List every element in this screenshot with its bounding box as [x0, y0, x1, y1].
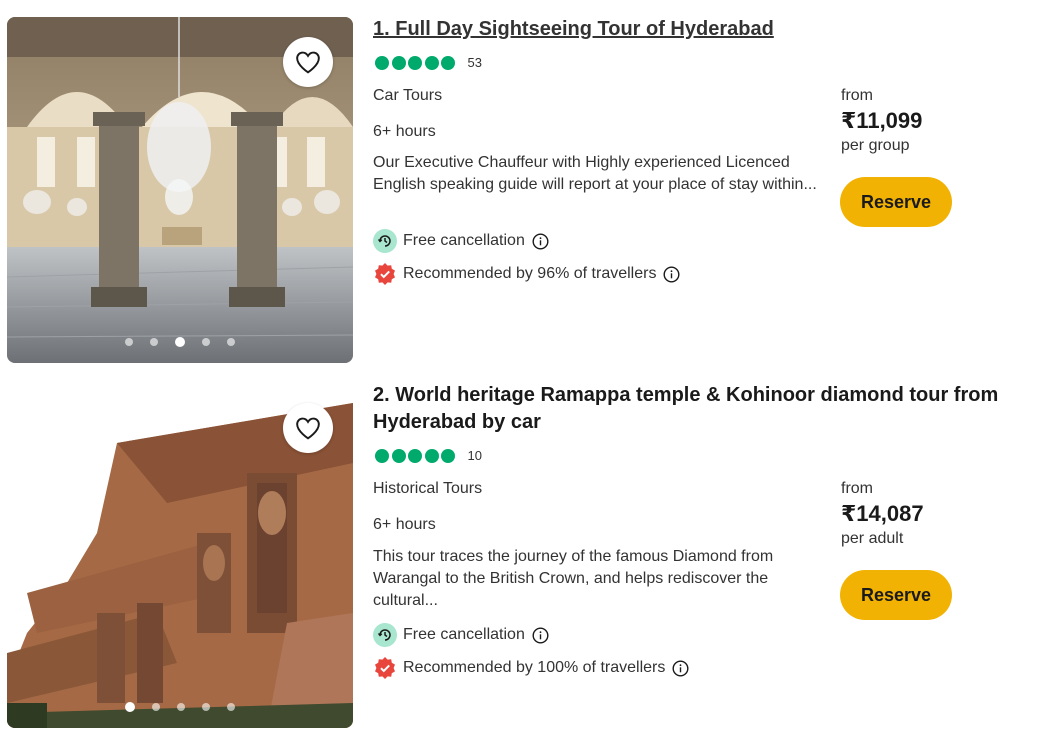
carousel-dots [7, 337, 353, 347]
tour-description: This tour traces the journey of the famo… [373, 548, 774, 609]
rating-bubble [424, 55, 439, 70]
price-from-label: from [841, 87, 873, 104]
carousel-dots [7, 702, 353, 712]
tour-duration: 6+ hours [373, 123, 436, 140]
recommended-label: Recommended by 96% of travellers [403, 265, 657, 282]
free-cancellation-label: Free cancellation [403, 626, 525, 643]
clock-refresh-icon [373, 623, 397, 647]
tour-description: Our Executive Chauffeur with Highly expe… [373, 154, 817, 193]
recommended-label: Recommended by 100% of travellers [403, 659, 666, 676]
review-count[interactable]: 10 [468, 448, 482, 463]
rating-bubble [391, 448, 406, 463]
listing-title-link[interactable]: 2. World heritage Ramappa temple & Kohin… [373, 382, 1043, 436]
save-to-trip-button[interactable] [283, 37, 333, 87]
tour-duration: 6+ hours [373, 516, 436, 533]
review-count[interactable]: 53 [468, 55, 482, 70]
recommended-row: Recommended by 96% of travellers [373, 262, 680, 286]
rating-bubble [408, 55, 422, 70]
carousel-dot[interactable] [152, 703, 160, 711]
free-cancellation-label: Free cancellation [403, 232, 525, 249]
tour-category: Historical Tours [373, 480, 483, 497]
rating-bubble [408, 448, 422, 463]
price-amount: ₹14,087 [841, 501, 924, 526]
carousel-dot[interactable] [150, 338, 158, 346]
carousel-dot-active[interactable] [175, 337, 185, 347]
listing-photo[interactable] [7, 383, 353, 728]
price-unit: per group [841, 137, 910, 154]
carousel-dot[interactable] [202, 703, 210, 711]
rating-bubbles[interactable]: 10 [375, 448, 482, 463]
rating-bubble [375, 448, 389, 463]
recommended-row: Recommended by 100% of travellers [373, 656, 689, 680]
reserve-button[interactable]: Reserve [840, 177, 952, 227]
listing-card: 1. Full Day Sightseeing Tour of Hyderaba… [0, 0, 1049, 372]
price-unit: per adult [841, 530, 904, 547]
rating-bubble [441, 448, 455, 463]
clock-refresh-icon [373, 229, 397, 253]
info-icon[interactable] [532, 626, 549, 644]
rating-bubble [391, 55, 406, 70]
free-cancellation-row: Free cancellation [373, 623, 549, 647]
badge-check-icon [373, 656, 397, 680]
tour-category: Car Tours [373, 87, 443, 104]
carousel-dot[interactable] [227, 703, 235, 711]
price-from-label: from [841, 480, 873, 497]
heart-icon [296, 51, 320, 74]
rating-bubble [375, 55, 389, 70]
price-block: from ₹14,087 per adult [841, 480, 924, 548]
rating-bubbles[interactable]: 53 [375, 55, 482, 70]
carousel-dot[interactable] [177, 703, 185, 711]
carousel-dot[interactable] [125, 338, 133, 346]
listing-photo[interactable] [7, 17, 353, 363]
carousel-dot[interactable] [227, 338, 235, 346]
save-to-trip-button[interactable] [283, 403, 333, 453]
info-icon[interactable] [663, 265, 680, 283]
carousel-dot[interactable] [202, 338, 210, 346]
carousel-dot-active[interactable] [125, 702, 135, 712]
reserve-button[interactable]: Reserve [840, 570, 952, 620]
rating-bubble [441, 55, 455, 70]
info-icon[interactable] [672, 659, 689, 677]
heart-icon [296, 417, 320, 440]
info-icon[interactable] [532, 232, 549, 250]
badge-check-icon [373, 262, 397, 286]
free-cancellation-row: Free cancellation [373, 229, 549, 253]
listing-title-link[interactable]: 1. Full Day Sightseeing Tour of Hyderaba… [373, 16, 774, 43]
rating-bubble [424, 448, 439, 463]
price-amount: ₹11,099 [841, 108, 923, 133]
price-block: from ₹11,099 per group [841, 87, 922, 155]
listing-card: 2. World heritage Ramappa temple & Kohin… [0, 372, 1049, 733]
